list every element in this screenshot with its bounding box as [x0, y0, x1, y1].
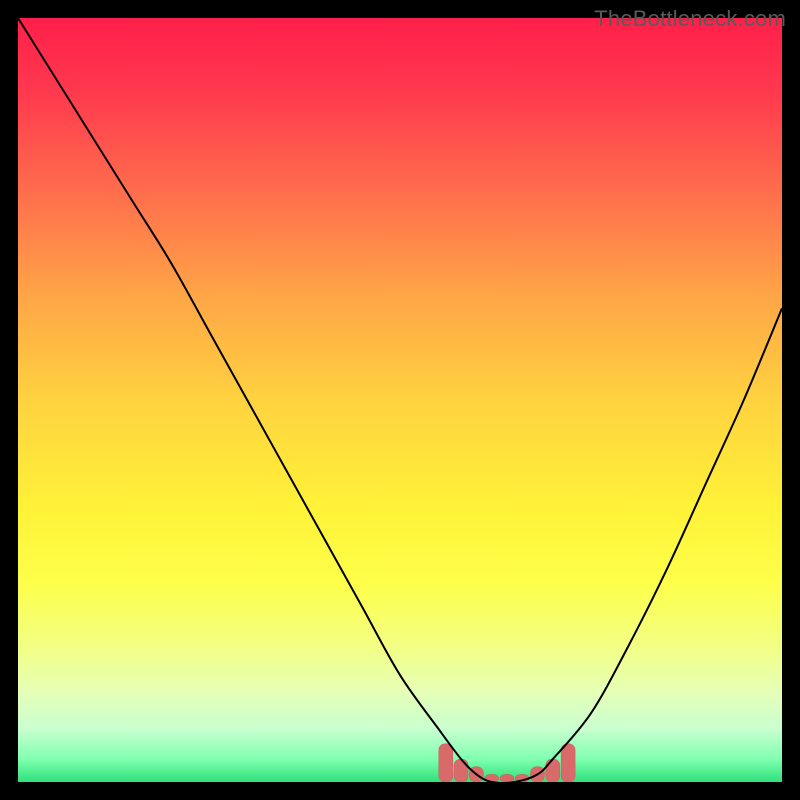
highlight-bar	[439, 744, 453, 782]
highlight-bar	[500, 774, 514, 782]
highlight-bars-group	[439, 744, 575, 782]
chart-svg	[18, 18, 782, 782]
plot-area	[18, 18, 782, 782]
watermark-text: TheBottleneck.com	[594, 6, 786, 32]
highlight-bar	[546, 759, 560, 782]
highlight-bar	[561, 744, 575, 782]
chart-stage: TheBottleneck.com	[0, 0, 800, 800]
bottleneck-curve	[18, 18, 782, 782]
highlight-bar	[454, 759, 468, 782]
